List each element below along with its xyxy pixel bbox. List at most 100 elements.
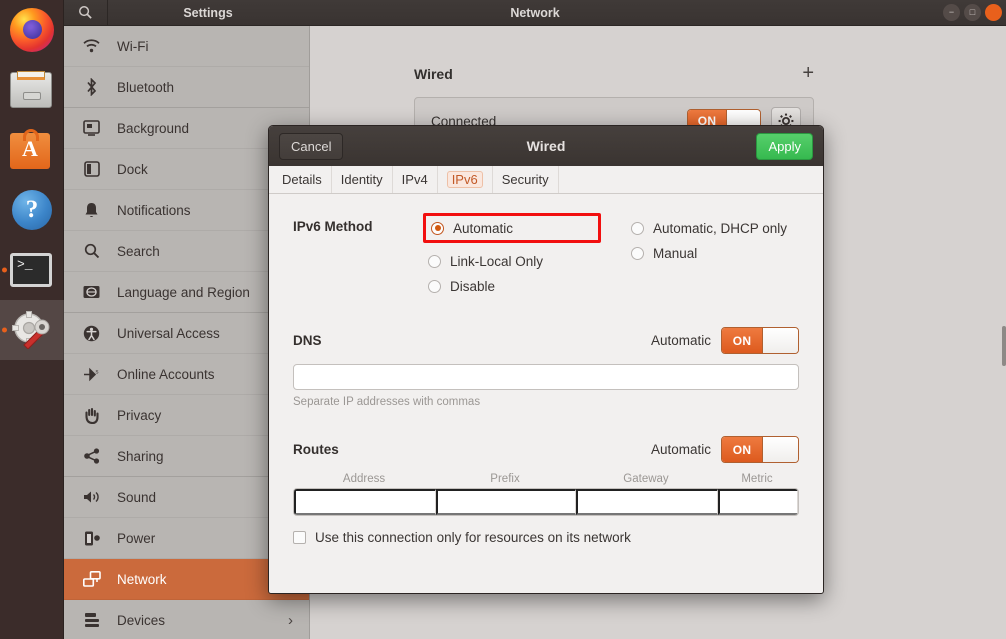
ipv6-method-options-right: Automatic, DHCP only Manual — [596, 216, 787, 299]
background-icon — [82, 119, 101, 138]
toggle-knob — [762, 437, 798, 462]
close-button[interactable] — [985, 4, 1002, 21]
column-header-gateway: Gateway — [575, 473, 717, 485]
svg-text:s: s — [95, 369, 98, 375]
apply-button[interactable]: Apply — [756, 133, 813, 160]
routes-table: Address Prefix Gateway Metric ✕ — [293, 473, 799, 516]
route-metric-input[interactable] — [718, 489, 798, 515]
tab-details[interactable]: Details — [273, 166, 332, 193]
desktop-screen: A ? >_ — [0, 0, 1006, 639]
radio-indicator — [431, 222, 444, 235]
routes-section-header: Routes Automatic ON — [293, 436, 799, 463]
ipv6-method-section: IPv6 Method Automatic Link-Local Only Di… — [293, 216, 799, 299]
table-row: ✕ — [293, 488, 799, 516]
toggle-knob — [762, 328, 798, 353]
search-icon — [82, 242, 101, 261]
add-wired-button[interactable]: + — [802, 62, 814, 85]
sidebar-item-label: Bluetooth — [117, 80, 309, 95]
minimize-icon: − — [949, 8, 954, 17]
radio-option-manual[interactable]: Manual — [631, 241, 787, 266]
wired-settings-dialog: Cancel Wired Apply Details Identity IPv4… — [268, 125, 824, 594]
radio-option-automatic[interactable]: Automatic — [423, 213, 601, 243]
radio-option-disable[interactable]: Disable — [428, 274, 596, 299]
dock-item-help[interactable]: ? — [0, 180, 64, 240]
window-titlebar: Settings Network − □ — [64, 0, 1006, 26]
tab-label: Identity — [341, 172, 383, 187]
running-indicator — [2, 268, 7, 273]
firefox-icon — [10, 8, 54, 52]
dns-hint: Separate IP addresses with commas — [293, 396, 799, 408]
toggle-state-label: ON — [722, 437, 762, 462]
sidebar-item-label: Devices — [117, 613, 272, 628]
ipv6-method-options-left: Automatic Link-Local Only Disable — [428, 216, 596, 299]
sidebar-item-label: Wi-Fi — [117, 39, 309, 54]
routes-title: Routes — [293, 442, 339, 457]
search-button[interactable] — [64, 0, 108, 26]
radio-label: Automatic — [453, 221, 513, 236]
restrict-connection-row[interactable]: Use this connection only for resources o… — [293, 530, 799, 545]
panel-scrollbar[interactable] — [1002, 326, 1006, 366]
sidebar-item-devices[interactable]: Devices › — [64, 600, 309, 639]
radio-indicator — [631, 247, 644, 260]
tab-label: Details — [282, 172, 322, 187]
dns-automatic-toggle[interactable]: ON — [721, 327, 799, 354]
column-header-prefix: Prefix — [435, 473, 575, 485]
cancel-button[interactable]: Cancel — [279, 133, 343, 160]
radio-indicator — [631, 222, 644, 235]
wired-title: Wired — [414, 66, 453, 82]
sidebar-item-wi-fi[interactable]: Wi-Fi — [64, 26, 309, 67]
routes-automatic-control: Automatic ON — [651, 436, 799, 463]
routes-automatic-toggle[interactable]: ON — [721, 436, 799, 463]
restrict-connection-label: Use this connection only for resources o… — [315, 530, 631, 545]
toggle-state-label: ON — [722, 328, 762, 353]
route-address-input[interactable] — [294, 489, 436, 515]
radio-option-link-local-only[interactable]: Link-Local Only — [428, 249, 596, 274]
maximize-button[interactable]: □ — [964, 4, 981, 21]
dns-automatic-label: Automatic — [651, 333, 711, 348]
tab-ipv4[interactable]: IPv4 — [393, 166, 438, 193]
tab-label: IPv4 — [402, 172, 428, 187]
dock-item-files[interactable] — [0, 60, 64, 120]
privacy-hand-icon — [82, 406, 101, 425]
radio-option-automatic-dhcp-only[interactable]: Automatic, DHCP only — [631, 216, 787, 241]
dock-item-firefox[interactable] — [0, 0, 64, 60]
ubuntu-launcher-dock: A ? >_ — [0, 0, 64, 639]
accessibility-icon — [82, 324, 101, 343]
ubuntu-software-icon: A — [10, 128, 54, 172]
delete-route-button[interactable]: ✕ — [798, 489, 799, 515]
dialog-header: Cancel Wired Apply — [269, 126, 823, 166]
bell-icon — [82, 201, 101, 220]
dns-input[interactable] — [293, 364, 799, 390]
routes-table-header: Address Prefix Gateway Metric — [293, 473, 799, 485]
column-header-address: Address — [293, 473, 435, 485]
tab-ipv6[interactable]: IPv6 — [438, 166, 493, 193]
column-header-metric: Metric — [717, 473, 797, 485]
radio-label: Automatic, DHCP only — [653, 221, 787, 236]
minimize-button[interactable]: − — [943, 4, 960, 21]
running-indicator — [2, 328, 7, 333]
tab-security[interactable]: Security — [493, 166, 559, 193]
dns-automatic-control: Automatic ON — [651, 327, 799, 354]
search-icon — [78, 5, 93, 20]
routes-automatic-label: Automatic — [651, 442, 711, 457]
wifi-icon — [82, 37, 101, 56]
route-prefix-input[interactable] — [436, 489, 576, 515]
chevron-right-icon: › — [288, 612, 293, 629]
radio-label: Manual — [653, 246, 697, 261]
restrict-connection-checkbox[interactable] — [293, 531, 306, 544]
dock-icon — [82, 160, 101, 179]
wired-section-header: Wired + — [414, 62, 814, 85]
tab-identity[interactable]: Identity — [332, 166, 393, 193]
radio-indicator — [428, 255, 441, 268]
tab-label: IPv6 — [447, 171, 483, 188]
dock-item-software[interactable]: A — [0, 120, 64, 180]
radio-label: Link-Local Only — [450, 254, 543, 269]
route-gateway-input[interactable] — [576, 489, 718, 515]
settings-title: Settings — [108, 6, 308, 20]
dock-item-settings[interactable] — [0, 300, 64, 360]
dock-item-terminal[interactable]: >_ — [0, 240, 64, 300]
language-icon — [82, 283, 101, 302]
sidebar-item-bluetooth[interactable]: Bluetooth — [64, 67, 309, 108]
online-accounts-icon: s — [82, 365, 101, 384]
ipv6-method-label: IPv6 Method — [293, 216, 428, 299]
